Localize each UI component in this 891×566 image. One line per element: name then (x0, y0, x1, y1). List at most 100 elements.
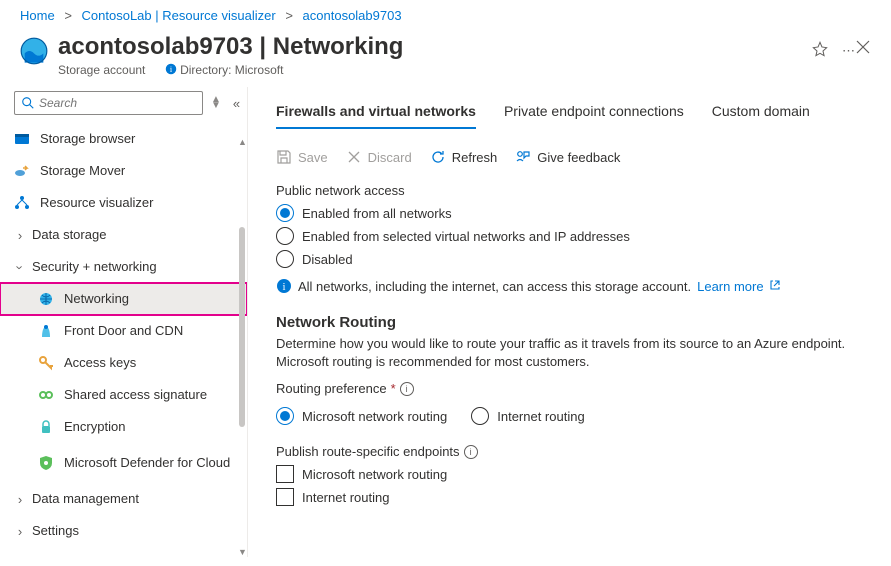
sidebar-item-label: Data storage (32, 227, 239, 243)
sidebar: ▲▼ « Storage browser Storage Mover Resou… (0, 87, 248, 557)
radio-all-networks[interactable] (276, 204, 294, 222)
sidebar-scrollbar[interactable]: ▲ ▼ (239, 147, 245, 547)
sidebar-item-label: Networking (64, 291, 239, 307)
sidebar-item-resource-visualizer[interactable]: Resource visualizer (0, 187, 247, 219)
radio-label: Internet routing (497, 409, 584, 424)
sidebar-item-security-networking[interactable]: › Security + networking (0, 251, 247, 283)
button-label: Discard (368, 150, 412, 165)
sidebar-search[interactable] (14, 91, 203, 115)
radio-disabled[interactable] (276, 250, 294, 268)
sidebar-item-defender[interactable]: Microsoft Defender for Cloud (0, 443, 247, 483)
sidebar-item-encryption[interactable]: Encryption (0, 411, 247, 443)
radio-selected-networks[interactable] (276, 227, 294, 245)
save-button[interactable]: Save (276, 149, 328, 165)
sidebar-item-networking[interactable]: Networking (0, 283, 247, 315)
scroll-up-icon[interactable]: ▲ (238, 137, 247, 147)
sidebar-item-label: Microsoft Defender for Cloud (64, 455, 239, 471)
refresh-icon (430, 149, 446, 165)
radio-internet-routing[interactable] (471, 407, 489, 425)
favorite-star-icon[interactable] (812, 41, 828, 60)
checkbox-ms-routing[interactable] (276, 465, 294, 483)
defender-icon (38, 455, 54, 471)
button-label: Give feedback (537, 150, 620, 165)
sidebar-item-storage-browser[interactable]: Storage browser (0, 123, 247, 155)
radio-label: Enabled from selected virtual networks a… (302, 229, 630, 244)
info-text: All networks, including the internet, ca… (298, 279, 691, 294)
checkbox-label: Internet routing (302, 490, 389, 505)
resource-type-label: Storage account (58, 63, 145, 77)
networking-icon (38, 291, 54, 307)
resource-visualizer-icon (14, 195, 30, 211)
feedback-button[interactable]: Give feedback (515, 149, 620, 165)
toolbar: Save Discard Refresh Give feedback (276, 149, 871, 165)
close-button[interactable] (855, 39, 871, 58)
sidebar-item-label: Front Door and CDN (64, 323, 239, 339)
collapse-sidebar-icon[interactable]: « (229, 96, 244, 111)
sidebar-item-label: Settings (32, 523, 239, 539)
page-header: acontosolab9703 | Networking Storage acc… (0, 27, 891, 87)
feedback-icon (515, 149, 531, 165)
checkbox-label: Microsoft network routing (302, 467, 447, 482)
publish-endpoints-label: Publish route-specific endpoints (276, 444, 460, 459)
required-indicator: * (391, 381, 396, 396)
breadcrumb-l1[interactable]: ContosoLab | Resource visualizer (82, 8, 276, 23)
button-label: Refresh (452, 150, 498, 165)
info-icon: i (276, 278, 292, 294)
radio-ms-routing[interactable] (276, 407, 294, 425)
tabs: Firewalls and virtual networks Private e… (276, 99, 871, 129)
chevron-right-icon: › (14, 492, 26, 507)
save-icon (276, 149, 292, 165)
tab-firewalls[interactable]: Firewalls and virtual networks (276, 99, 476, 129)
sidebar-item-label: Shared access signature (64, 387, 239, 403)
breadcrumb-l2[interactable]: acontosolab9703 (303, 8, 402, 23)
sidebar-item-data-storage[interactable]: › Data storage (0, 219, 247, 251)
sidebar-item-label: Storage browser (40, 131, 239, 147)
scroll-down-icon[interactable]: ▼ (238, 547, 247, 557)
encryption-icon (38, 419, 54, 435)
button-label: Save (298, 150, 328, 165)
svg-text:i: i (282, 281, 285, 293)
storage-mover-icon (14, 163, 30, 179)
tab-custom-domain[interactable]: Custom domain (712, 99, 810, 129)
page-title: acontosolab9703 | Networking (58, 33, 403, 61)
checkbox-internet-routing[interactable] (276, 488, 294, 506)
discard-icon (346, 149, 362, 165)
external-link-icon (769, 279, 781, 291)
routing-pref-label: Routing preference (276, 381, 387, 396)
more-icon[interactable]: ⋯ (842, 43, 855, 59)
sidebar-item-label: Resource visualizer (40, 195, 239, 211)
sidebar-item-label: Access keys (64, 355, 239, 371)
sidebar-item-label: Security + networking (32, 259, 239, 275)
breadcrumb-home[interactable]: Home (20, 8, 55, 23)
sort-toggle-icon[interactable]: ▲▼ (211, 97, 221, 109)
radio-label: Disabled (302, 252, 353, 267)
sidebar-item-sas[interactable]: Shared access signature (0, 379, 247, 411)
sidebar-item-access-keys[interactable]: Access keys (0, 347, 247, 379)
discard-button[interactable]: Discard (346, 149, 412, 165)
tab-private-endpoints[interactable]: Private endpoint connections (504, 99, 684, 129)
learn-more-link[interactable]: Learn more (697, 279, 781, 294)
radio-label: Enabled from all networks (302, 206, 452, 221)
directory-label: i Directory: Microsoft (165, 63, 284, 77)
chevron-down-icon: › (13, 261, 28, 273)
public-access-label: Public network access (276, 183, 871, 198)
radio-label: Microsoft network routing (302, 409, 447, 424)
breadcrumb: Home > ContosoLab | Resource visualizer … (0, 0, 891, 27)
sidebar-item-label: Storage Mover (40, 163, 239, 179)
info-tooltip-icon[interactable]: i (464, 445, 478, 459)
main-content: Firewalls and virtual networks Private e… (248, 87, 891, 557)
sidebar-item-data-management[interactable]: › Data management (0, 483, 247, 515)
info-tooltip-icon[interactable]: i (400, 382, 414, 396)
search-icon (21, 96, 35, 110)
sidebar-item-label: Data management (32, 491, 239, 507)
storage-browser-icon (14, 131, 30, 147)
storage-account-icon (20, 37, 48, 65)
search-input[interactable] (39, 96, 196, 110)
sidebar-item-settings[interactable]: › Settings (0, 515, 247, 547)
access-keys-icon (38, 355, 54, 371)
sidebar-item-front-door[interactable]: Front Door and CDN (0, 315, 247, 347)
sidebar-item-storage-mover[interactable]: Storage Mover (0, 155, 247, 187)
sidebar-nav: Storage browser Storage Mover Resource v… (0, 123, 247, 557)
refresh-button[interactable]: Refresh (430, 149, 498, 165)
front-door-icon (38, 323, 54, 339)
